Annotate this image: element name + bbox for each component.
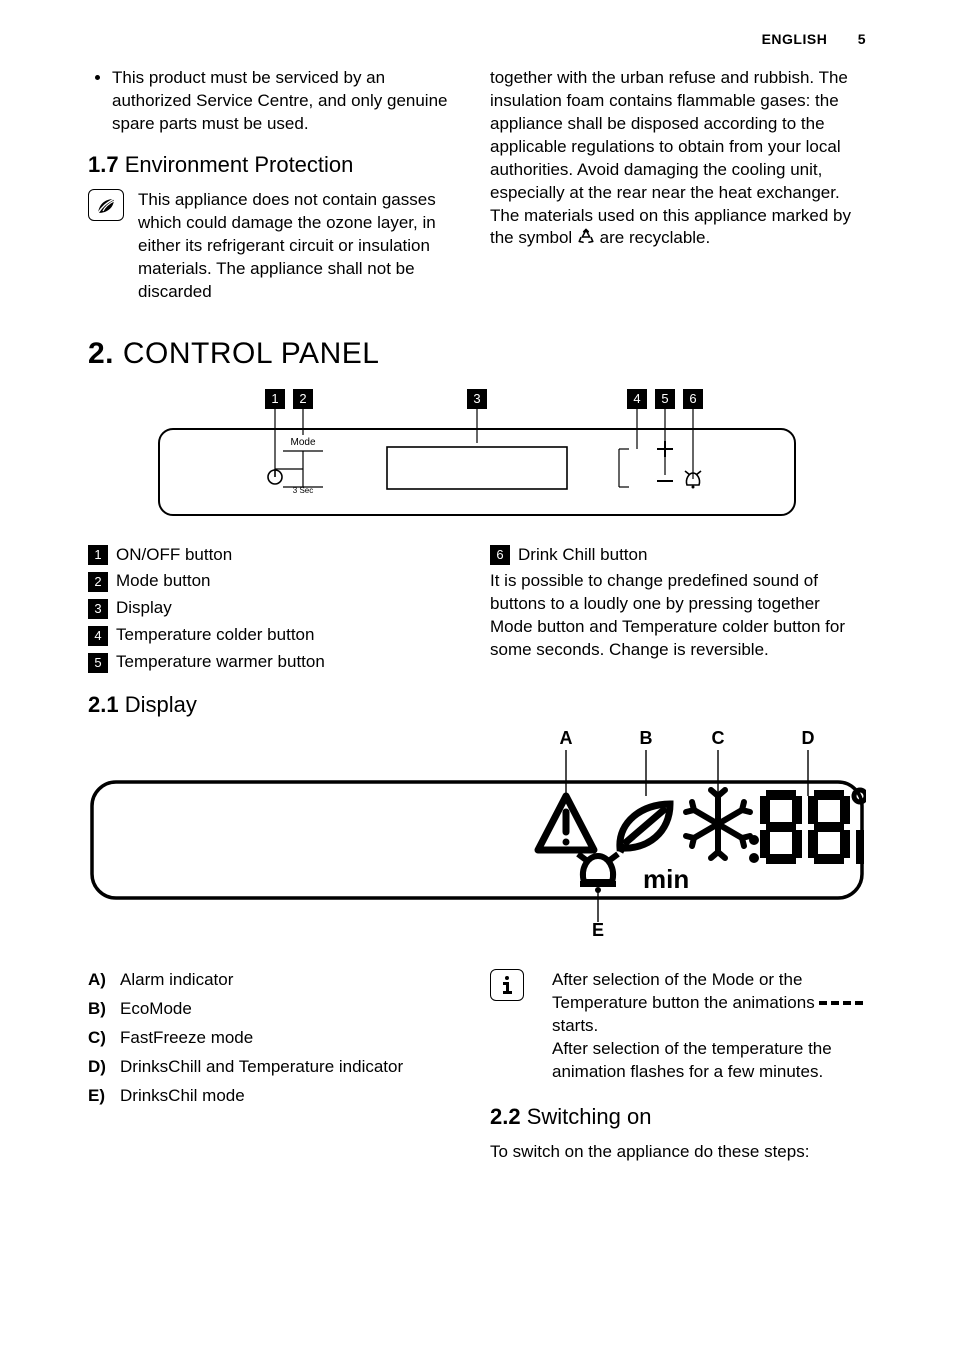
diag-num-6: 6 (689, 391, 696, 406)
header-page-number: 5 (858, 31, 866, 47)
heading-1-7-text: Environment Protection (125, 152, 354, 177)
legend-C: C)FastFreeze mode (88, 1027, 464, 1050)
heading-1-7-num: 1.7 (88, 152, 119, 177)
switching-on-para: To switch on the appliance do these step… (490, 1141, 866, 1164)
legend-B: B)EcoMode (88, 998, 464, 1021)
heading-2-text: CONTROL PANEL (123, 337, 380, 370)
heading-2-num: 2. (88, 337, 114, 370)
diag-num-3: 3 (473, 391, 480, 406)
diag-num-4: 4 (633, 391, 640, 406)
bullet-list: This product must be serviced by an auth… (88, 67, 464, 136)
service-bullet: This product must be serviced by an auth… (112, 67, 464, 136)
diag-num-5: 5 (661, 391, 668, 406)
bottom-right: After selection of the Mode or the Tempe… (490, 969, 866, 1164)
callout-5: 5Temperature warmer button (88, 651, 464, 674)
heading-2-2: 2.2 Switching on (490, 1102, 866, 1132)
min-label: min (643, 864, 689, 894)
callout-2: 2Mode button (88, 570, 464, 593)
legend-E: E)DrinksChil mode (88, 1085, 464, 1108)
top-right-column: together with the urban refuse and rubbi… (490, 67, 866, 304)
letter-C: C (712, 730, 725, 748)
heading-2: 2. CONTROL PANEL (88, 334, 866, 375)
callout-6: 6Drink Chill button (490, 544, 866, 567)
env-right-b: are recyclable. (600, 228, 711, 247)
top-columns: This product must be serviced by an auth… (88, 67, 866, 304)
callout-4: 4Temperature colder button (88, 624, 464, 647)
recycle-icon (577, 228, 595, 253)
letter-B: B (640, 730, 653, 748)
letter-E: E (592, 920, 604, 940)
bottom-left: A)Alarm indicator B)EcoMode C)FastFreeze… (88, 969, 464, 1164)
sound-change-note: It is possible to change predefined soun… (490, 570, 866, 662)
callouts-right: 6Drink Chill button It is possible to ch… (490, 544, 866, 679)
legend-A: A)Alarm indicator (88, 969, 464, 992)
diag-mode-label: Mode (290, 437, 315, 448)
info-b: starts. (552, 1016, 598, 1035)
drinkschill-icon (578, 854, 618, 893)
environment-text-right: together with the urban refuse and rubbi… (490, 67, 866, 254)
heading-2-1: 2.1 Display (88, 690, 866, 720)
top-left-column: This product must be serviced by an auth… (88, 67, 464, 304)
info-c: After selection of the temperature the a… (552, 1039, 832, 1081)
diag-num-1: 1 (271, 391, 278, 406)
drink-chill-icon (685, 471, 701, 489)
display-legend: A)Alarm indicator B)EcoMode C)FastFreeze… (88, 969, 464, 1108)
heading-2-1-text: Display (125, 692, 197, 717)
info-text: After selection of the Mode or the Tempe… (552, 969, 866, 1084)
info-note: After selection of the Mode or the Tempe… (490, 969, 866, 1084)
heading-2-2-text: Switching on (527, 1104, 652, 1129)
letter-A: A (560, 730, 573, 748)
letter-D: D (802, 730, 815, 748)
alarm-icon (538, 796, 594, 850)
dash-animation-icon (819, 992, 863, 1015)
heading-1-7: 1.7 Environment Protection (88, 150, 464, 180)
display-diagram: A B C D E (88, 730, 866, 947)
page-header: ENGLISH 5 (88, 30, 866, 49)
legend-D: D)DrinksChill and Temperature indicator (88, 1056, 464, 1079)
callouts-left: 1ON/OFF button 2Mode button 3Display 4Te… (88, 544, 464, 679)
bottom-columns: A)Alarm indicator B)EcoMode C)FastFreeze… (88, 969, 866, 1164)
info-a: After selection of the Mode or the Tempe… (552, 970, 819, 1012)
info-icon (490, 969, 524, 1001)
environment-row: This appliance does not contain gasses w… (88, 189, 464, 304)
header-language: ENGLISH (762, 31, 828, 47)
seven-segment-display (760, 790, 866, 864)
callout-3: 3Display (88, 597, 464, 620)
snowflake-icon (686, 790, 750, 858)
env-right-a: together with the urban refuse and rubbi… (490, 68, 851, 248)
heading-2-1-num: 2.1 (88, 692, 119, 717)
control-panel-diagram: 1 2 3 4 5 6 Mode (157, 389, 797, 526)
callouts-columns: 1ON/OFF button 2Mode button 3Display 4Te… (88, 544, 866, 679)
leaf-icon (88, 189, 124, 221)
heading-2-2-num: 2.2 (490, 1104, 521, 1129)
eco-icon (620, 804, 670, 852)
callout-1: 1ON/OFF button (88, 544, 464, 567)
environment-text-left: This appliance does not contain gasses w… (138, 189, 464, 304)
diag-num-2: 2 (299, 391, 306, 406)
